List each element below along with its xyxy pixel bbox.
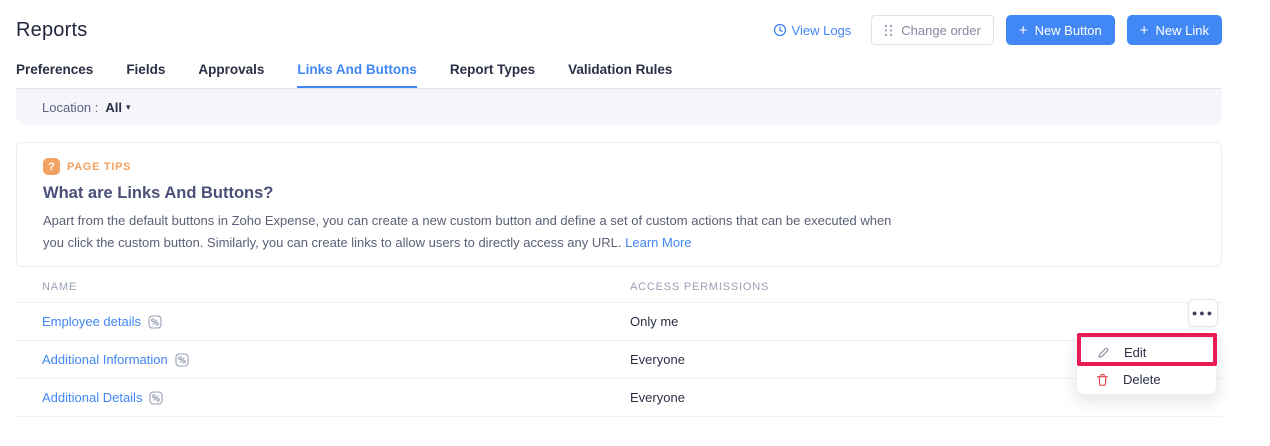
drag-handle-icon: [884, 24, 893, 37]
tab-validation-rules[interactable]: Validation Rules: [568, 62, 672, 88]
reports-settings-page: Reports View Logs Change order + New But…: [0, 0, 1270, 446]
page-tips-label: PAGE TIPS: [67, 161, 131, 173]
tips-body: Apart from the default buttons in Zoho E…: [43, 210, 901, 254]
location-dropdown[interactable]: All ▾: [105, 100, 130, 115]
trash-icon: [1096, 373, 1109, 387]
clock-icon: [773, 23, 787, 37]
menu-item-edit[interactable]: Edit: [1077, 339, 1216, 366]
column-header-access-permissions: ACCESS PERMISSIONS: [630, 281, 1222, 293]
tab-fields[interactable]: Fields: [126, 62, 165, 88]
tips-body-text: Apart from the default buttons in Zoho E…: [43, 213, 891, 250]
change-order-button[interactable]: Change order: [871, 15, 994, 45]
row-actions-menu: Edit Delete: [1076, 337, 1217, 395]
header-actions: View Logs Change order + New Button + Ne…: [773, 15, 1222, 45]
edit-label: Edit: [1124, 345, 1146, 360]
question-badge-icon: ?: [43, 158, 60, 175]
tab-preferences[interactable]: Preferences: [16, 62, 93, 88]
page-tips-card: ? PAGE TIPS What are Links And Buttons? …: [16, 142, 1222, 267]
new-button-button[interactable]: + New Button: [1006, 15, 1115, 45]
location-value: All: [105, 100, 122, 115]
link-badge-icon: [149, 391, 163, 405]
caret-down-icon: ▾: [126, 103, 131, 112]
menu-item-delete[interactable]: Delete: [1077, 366, 1216, 393]
new-button-label: New Button: [1035, 23, 1102, 38]
pencil-icon: [1096, 346, 1110, 360]
table-row: Additional Information Everyone: [16, 341, 1222, 379]
new-link-label: New Link: [1156, 23, 1209, 38]
page-title: Reports: [16, 19, 87, 42]
column-header-name: NAME: [16, 281, 630, 293]
page-header: Reports View Logs Change order + New But…: [16, 0, 1222, 47]
links-buttons-table: NAME ACCESS PERMISSIONS Employee details…: [16, 271, 1222, 417]
table-row: Additional Details Everyone: [16, 379, 1222, 417]
tab-bar: Preferences Fields Approvals Links And B…: [16, 62, 1222, 88]
learn-more-link[interactable]: Learn More: [625, 235, 691, 250]
row-actions-button[interactable]: ●●●: [1188, 299, 1218, 327]
view-logs-link[interactable]: View Logs: [773, 23, 852, 38]
delete-label: Delete: [1123, 372, 1161, 387]
row-name-link[interactable]: Employee details: [42, 314, 630, 329]
change-order-label: Change order: [901, 23, 981, 38]
tab-approvals[interactable]: Approvals: [198, 62, 264, 88]
table-row: Employee details Only me: [16, 303, 1222, 341]
row-name-link[interactable]: Additional Details: [42, 390, 630, 405]
row-name-link[interactable]: Additional Information: [42, 352, 630, 367]
link-badge-icon: [148, 315, 162, 329]
view-logs-label: View Logs: [792, 23, 852, 38]
location-label: Location :: [42, 100, 98, 115]
access-permission-value: Only me: [630, 314, 1222, 329]
tips-heading: What are Links And Buttons?: [43, 184, 1197, 203]
plus-icon: +: [1140, 23, 1149, 38]
tab-report-types[interactable]: Report Types: [450, 62, 535, 88]
link-badge-icon: [175, 353, 189, 367]
page-tips-header: ? PAGE TIPS: [43, 158, 1197, 175]
new-link-button[interactable]: + New Link: [1127, 15, 1222, 45]
tab-links-and-buttons[interactable]: Links And Buttons: [297, 62, 417, 88]
plus-icon: +: [1019, 23, 1028, 38]
location-filter-bar: Location : All ▾: [16, 88, 1222, 125]
table-header-row: NAME ACCESS PERMISSIONS: [16, 271, 1222, 303]
ellipsis-icon: ●●●: [1192, 308, 1214, 318]
